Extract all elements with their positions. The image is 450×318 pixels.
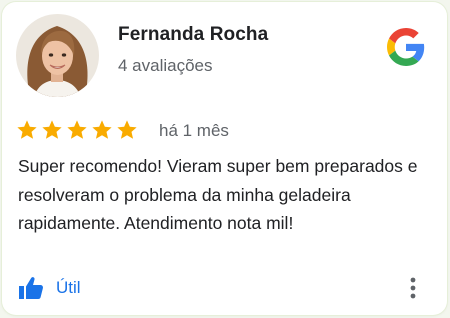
thumbs-up-icon [19, 277, 43, 299]
reviewer-avatar[interactable] [16, 14, 99, 97]
star-icon [17, 120, 37, 139]
avatar-photo [16, 14, 99, 97]
reviewer-review-count: 4 avaliações [118, 56, 213, 75]
more-options-button[interactable] [404, 274, 422, 302]
review-time: há 1 mês [159, 121, 229, 140]
star-icon [117, 120, 137, 139]
helpful-button[interactable]: Útil [18, 276, 81, 300]
reviewer-name[interactable]: Fernanda Rocha [118, 24, 268, 46]
star-icon [42, 120, 62, 139]
helpful-label: Útil [56, 278, 81, 297]
more-vert-icon [410, 277, 416, 299]
star-icon [92, 120, 112, 139]
review-card: Fernanda Rocha 4 avaliações há 1 mês Sup… [2, 2, 447, 315]
star-rating [16, 119, 138, 141]
google-logo-icon [387, 28, 425, 66]
review-text: Super recomendo! Vieram super bem prepar… [18, 156, 418, 233]
star-icon [67, 120, 87, 139]
